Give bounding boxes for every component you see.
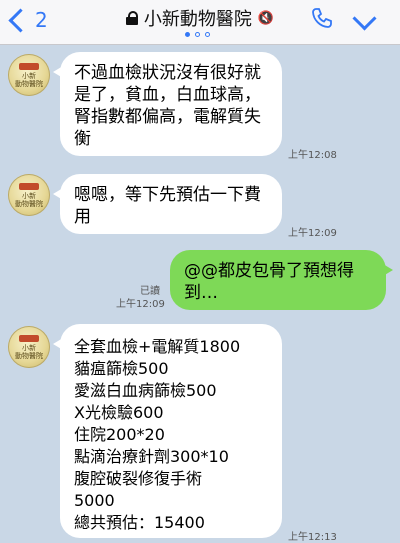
chevron-left-icon <box>8 7 33 33</box>
message-bubble[interactable]: 不過血檢狀況沒有很好就是了，貧血，白血球高，腎指數都偏高，電解質失衡 <box>53 52 282 156</box>
page-dot <box>205 32 210 37</box>
message-text: 嗯嗯，等下先預估一下費用 <box>74 185 261 227</box>
avatar[interactable]: 小新 動物醫院 <box>8 326 50 368</box>
price-line: 全套血檢+電解質1800 <box>74 337 241 356</box>
price-line: 住院200*20 <box>74 425 165 444</box>
avatar[interactable]: 小新 動物醫院 <box>8 174 50 216</box>
my-message-bubble[interactable]: @@都皮包骨了預想得到… <box>170 250 393 310</box>
page-dot <box>195 32 200 37</box>
page-indicator <box>185 32 210 37</box>
chat-title: 小新動物醫院 <box>143 9 252 30</box>
price-total: 總共預估：15400 <box>74 513 205 532</box>
back-button[interactable]: 2 <box>6 6 48 34</box>
avatar-seal <box>19 182 39 190</box>
message-text: @@都皮包骨了預想得到… <box>184 261 354 303</box>
message-time: 上午12:09 <box>116 299 165 310</box>
phone-icon[interactable] <box>310 6 334 30</box>
chat-header: 2 小新動物醫院 🔇 <box>0 0 400 45</box>
avatar[interactable]: 小新 動物醫院 <box>8 54 50 96</box>
price-line: 愛滋白血病篩檢500 <box>74 381 217 400</box>
price-line: 貓瘟篩檢500 <box>74 359 169 378</box>
mute-icon: 🔇 <box>257 10 275 26</box>
unread-count: 2 <box>35 8 48 32</box>
page-dot <box>185 32 190 37</box>
price-line: 點滴治療針劑300*10 <box>74 447 229 466</box>
avatar-seal <box>19 334 39 342</box>
price-line: 腹腔破裂修復手術 <box>74 469 203 488</box>
price-line: X光檢驗600 <box>74 403 164 422</box>
message-bubble[interactable]: 全套血檢+電解質1800 貓瘟篩檢500 愛滋白血病篩檢500 X光檢驗600 … <box>53 324 282 538</box>
lock-icon <box>125 11 138 25</box>
chevron-down-icon[interactable] <box>352 6 377 31</box>
avatar-seal <box>19 62 39 70</box>
price-line: 5000 <box>74 491 115 510</box>
message-text: 不過血檢狀況沒有很好就是了，貧血，白血球高，腎指數都偏高，電解質失衡 <box>74 63 261 149</box>
message-time: 上午12:09 <box>288 228 337 239</box>
message-time: 上午12:08 <box>288 150 337 161</box>
message-time: 上午12:13 <box>288 532 337 543</box>
chat-title-area[interactable]: 小新動物醫院 🔇 <box>110 6 290 30</box>
message-bubble[interactable]: 嗯嗯，等下先預估一下費用 <box>53 174 282 234</box>
